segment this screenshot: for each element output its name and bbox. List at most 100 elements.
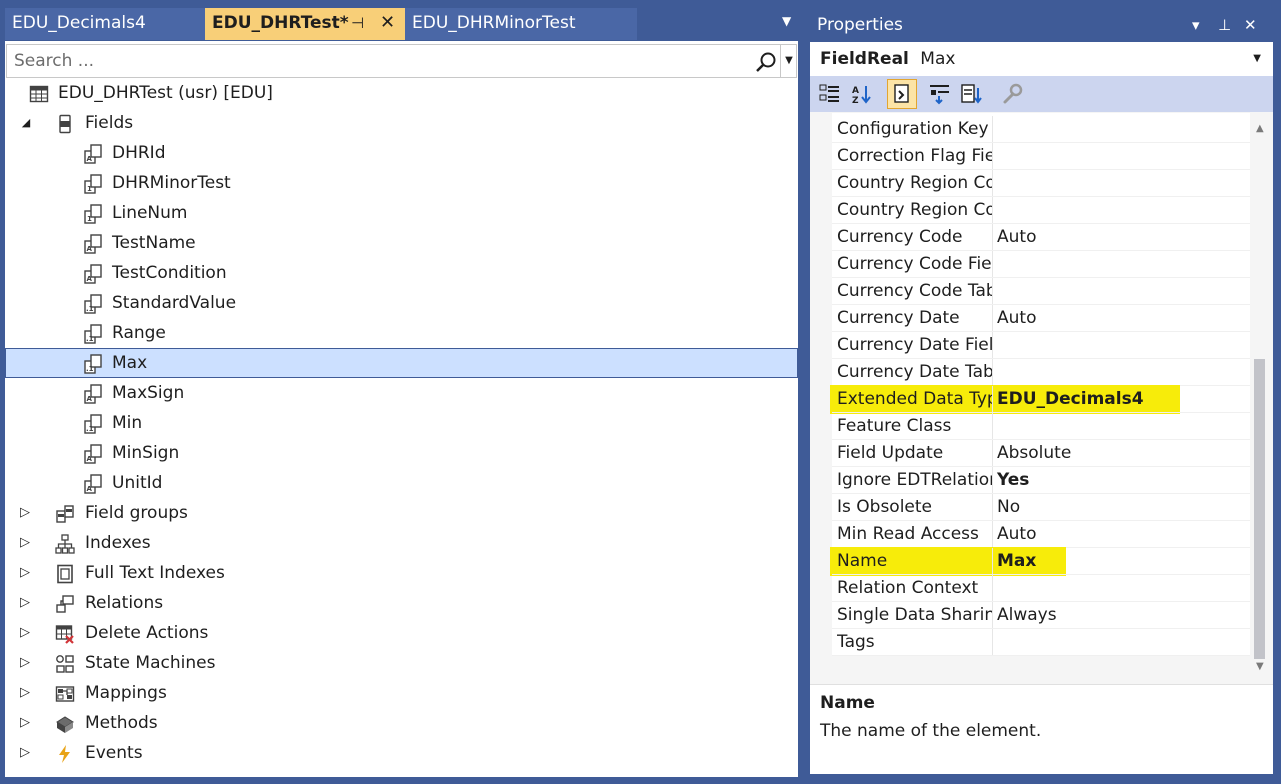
tree-node[interactable]: ▷ State Machines xyxy=(5,648,798,678)
property-value[interactable] xyxy=(992,170,1250,196)
scroll-thumb[interactable] xyxy=(1254,359,1265,659)
collapsed-arrow-icon[interactable]: ▷ xyxy=(18,618,32,648)
properties-button[interactable] xyxy=(887,79,917,109)
property-row[interactable]: Country Region Codes xyxy=(832,170,1250,197)
property-value[interactable] xyxy=(992,629,1250,655)
property-value[interactable]: EDU_Decimals4 xyxy=(992,386,1250,412)
tree-node[interactable]: ▷ Full Text Indexes xyxy=(5,558,798,588)
property-row[interactable]: Tags xyxy=(832,629,1250,656)
property-row[interactable]: Extended Data Type EDU_Decimals4 xyxy=(832,386,1250,413)
tree-node[interactable]: ▷ Delete Actions xyxy=(5,618,798,648)
sort-button[interactable] xyxy=(958,80,986,108)
search-icon[interactable] xyxy=(755,51,777,73)
categorized-button[interactable] xyxy=(816,80,844,108)
property-row[interactable]: Correction Flag Field xyxy=(832,143,1250,170)
tree-field-item[interactable]: 1 DHRMinorTest xyxy=(5,168,798,198)
object-selector[interactable]: FieldReal Max ▼ xyxy=(810,42,1273,76)
collapsed-arrow-icon[interactable]: ▷ xyxy=(18,498,32,528)
alphabetical-button[interactable]: A Z xyxy=(848,80,876,108)
property-row[interactable]: Feature Class xyxy=(832,413,1250,440)
tab-overflow-dropdown-icon[interactable]: ▼ xyxy=(782,14,791,28)
property-value[interactable] xyxy=(992,278,1250,304)
property-value[interactable] xyxy=(992,116,1250,142)
property-row[interactable]: Currency Code Field xyxy=(832,251,1250,278)
tree-node[interactable]: ▷ Field groups xyxy=(5,498,798,528)
close-icon[interactable]: ✕ xyxy=(380,8,395,38)
property-value[interactable]: Auto xyxy=(992,521,1250,547)
pin-icon[interactable]: ⊣ xyxy=(351,8,364,38)
tree-field-item[interactable]: 1 LineNum xyxy=(5,198,798,228)
property-row[interactable]: Currency Date Table xyxy=(832,359,1250,386)
property-value[interactable]: Auto xyxy=(992,224,1250,250)
tree-node-fields[interactable]: ◢ Fields xyxy=(5,108,798,138)
close-icon[interactable]: ✕ xyxy=(1244,8,1257,42)
field-string-icon: A xyxy=(84,264,102,284)
property-value[interactable]: No xyxy=(992,494,1250,520)
svg-text:A: A xyxy=(87,275,93,283)
property-value[interactable] xyxy=(992,251,1250,277)
tree-field-item[interactable]: A MaxSign xyxy=(5,378,798,408)
property-row[interactable]: Is Obsolete No xyxy=(832,494,1250,521)
property-row[interactable]: Currency Code Auto xyxy=(832,224,1250,251)
collapsed-arrow-icon[interactable]: ▷ xyxy=(18,678,32,708)
property-row[interactable]: Currency Date Field xyxy=(832,332,1250,359)
property-row[interactable]: Ignore EDTRelation Yes xyxy=(832,467,1250,494)
tree-node[interactable]: ▷ Events xyxy=(5,738,798,768)
property-value[interactable] xyxy=(992,359,1250,385)
property-row[interactable]: Country Region Context xyxy=(832,197,1250,224)
property-value[interactable]: Yes xyxy=(992,467,1250,493)
chevron-down-icon[interactable]: ▼ xyxy=(1253,42,1261,76)
property-value[interactable]: Max xyxy=(992,548,1250,574)
scroll-down-icon[interactable]: ▼ xyxy=(1256,661,1264,672)
collapsed-arrow-icon[interactable]: ▷ xyxy=(18,708,32,738)
tree-node[interactable]: ▷ Relations xyxy=(5,588,798,618)
property-grid-scrollbar[interactable]: ▲ ▼ xyxy=(1250,113,1273,683)
tree-field-item[interactable]: A TestCondition xyxy=(5,258,798,288)
collapsed-arrow-icon[interactable]: ▷ xyxy=(18,648,32,678)
tree-node[interactable]: ▷ Mappings xyxy=(5,678,798,708)
property-row[interactable]: Name Max xyxy=(832,548,1250,575)
collapsed-arrow-icon[interactable]: ▷ xyxy=(18,528,32,558)
pin-icon[interactable]: ⊥ xyxy=(1218,8,1231,42)
events-view-button[interactable] xyxy=(926,80,954,108)
tree-field-item[interactable]: A DHRId xyxy=(5,138,798,168)
tab-edu-dhrminortest[interactable]: EDU_DHRMinorTest xyxy=(405,8,637,40)
search-input[interactable] xyxy=(7,45,747,77)
property-value[interactable] xyxy=(992,413,1250,439)
property-row[interactable]: Relation Context xyxy=(832,575,1250,602)
property-value[interactable] xyxy=(992,332,1250,358)
property-pages-button[interactable] xyxy=(998,80,1026,108)
collapsed-arrow-icon[interactable]: ▷ xyxy=(18,558,32,588)
collapsed-arrow-icon[interactable]: ▷ xyxy=(18,588,32,618)
tree-field-item[interactable]: .1 Range xyxy=(5,318,798,348)
property-row[interactable]: Field Update Absolute xyxy=(832,440,1250,467)
tree-root[interactable]: EDU_DHRTest (usr) [EDU] xyxy=(5,78,798,108)
tree-field-item[interactable]: .1 Min xyxy=(5,408,798,438)
property-value[interactable] xyxy=(992,575,1250,601)
tab-edu-decimals4[interactable]: EDU_Decimals4 xyxy=(5,8,205,40)
property-row[interactable]: Configuration Key xyxy=(832,116,1250,143)
tree-node[interactable]: ▷ Indexes xyxy=(5,528,798,558)
property-row[interactable]: Single Data Sharing Always xyxy=(832,602,1250,629)
wrench-icon xyxy=(1003,83,1023,104)
tree-field-item[interactable]: A TestName xyxy=(5,228,798,258)
tree-node[interactable]: ▷ Methods xyxy=(5,708,798,738)
property-value[interactable]: Absolute xyxy=(992,440,1250,466)
property-value[interactable]: Always xyxy=(992,602,1250,628)
search-options-dropdown-icon[interactable]: ▼ xyxy=(780,45,797,77)
window-position-dropdown-icon[interactable]: ▾ xyxy=(1192,8,1200,42)
property-value[interactable] xyxy=(992,143,1250,169)
tree-field-item[interactable]: .1 Max xyxy=(5,348,798,378)
tree-field-item[interactable]: A UnitId xyxy=(5,468,798,498)
property-value[interactable] xyxy=(992,197,1250,223)
tree-field-item[interactable]: A MinSign xyxy=(5,438,798,468)
expanded-arrow-icon[interactable]: ◢ xyxy=(19,108,33,138)
property-row[interactable]: Currency Code Table xyxy=(832,278,1250,305)
tab-edu-dhrtest[interactable]: EDU_DHRTest* ⊣ ✕ xyxy=(205,8,405,40)
tree-field-item[interactable]: .1 StandardValue xyxy=(5,288,798,318)
property-row[interactable]: Currency Date Auto xyxy=(832,305,1250,332)
property-row[interactable]: Min Read Access Auto xyxy=(832,521,1250,548)
scroll-up-icon[interactable]: ▲ xyxy=(1256,123,1264,134)
property-value[interactable]: Auto xyxy=(992,305,1250,331)
collapsed-arrow-icon[interactable]: ▷ xyxy=(18,738,32,768)
